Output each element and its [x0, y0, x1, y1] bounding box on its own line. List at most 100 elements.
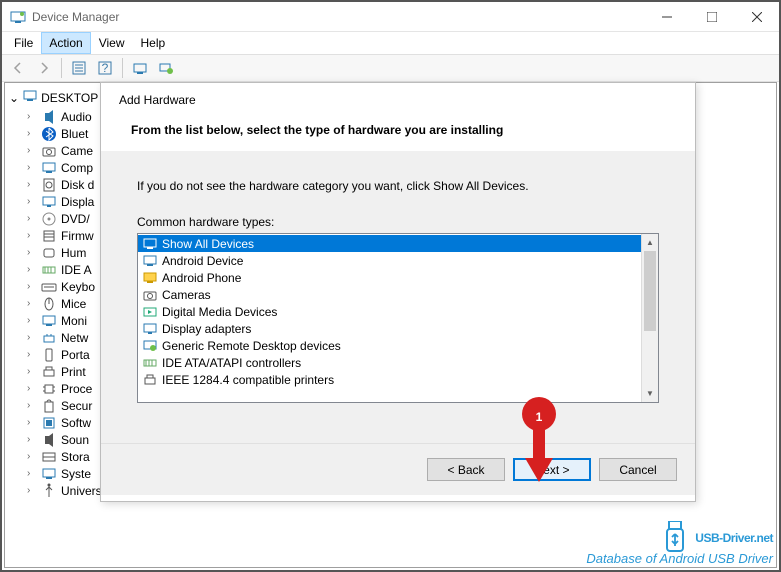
expand-icon[interactable]: › — [27, 332, 37, 343]
minimize-button[interactable] — [644, 2, 689, 32]
dvd-icon — [41, 211, 57, 227]
list-item-label: Show All Devices — [162, 237, 254, 251]
computer-icon — [23, 89, 37, 106]
disk-icon — [41, 177, 57, 193]
remote-icon — [142, 338, 158, 354]
back-button[interactable]: < Back — [427, 458, 505, 481]
list-item[interactable]: IEEE 1284.4 compatible printers — [138, 371, 658, 388]
computer-icon — [41, 160, 57, 176]
expand-icon[interactable]: › — [27, 128, 37, 139]
expand-icon[interactable]: › — [27, 417, 37, 428]
maximize-button[interactable] — [689, 2, 734, 32]
expand-icon[interactable]: › — [27, 400, 37, 411]
tree-item-label: Came — [61, 144, 93, 158]
menu-bar: File Action View Help — [2, 32, 779, 54]
scroll-up-button[interactable]: ▲ — [642, 234, 658, 251]
tree-item-label: Displa — [61, 195, 94, 209]
list-item-label: IEEE 1284.4 compatible printers — [162, 373, 334, 387]
forward-button — [32, 57, 56, 79]
keyboard-icon — [41, 279, 57, 295]
storage-icon — [41, 449, 57, 465]
tree-item-label: Stora — [61, 450, 90, 464]
monitor-y-icon — [142, 270, 158, 286]
expand-icon[interactable]: › — [27, 111, 37, 122]
menu-file[interactable]: File — [6, 32, 41, 54]
expand-icon[interactable]: › — [27, 451, 37, 462]
expand-icon[interactable]: › — [27, 349, 37, 360]
monitor-icon — [41, 313, 57, 329]
expand-icon[interactable]: › — [27, 366, 37, 377]
tree-item-label: Bluet — [61, 127, 88, 141]
title-bar: Device Manager — [2, 2, 779, 32]
list-item[interactable]: IDE ATA/ATAPI controllers — [138, 354, 658, 371]
tree-item-label: Soun — [61, 433, 89, 447]
processor-icon — [41, 381, 57, 397]
list-item[interactable]: Show All Devices — [138, 235, 658, 252]
tree-item-label: Porta — [61, 348, 90, 362]
scan-button[interactable] — [128, 57, 152, 79]
expand-icon[interactable]: › — [27, 315, 37, 326]
list-item[interactable]: Android Phone — [138, 269, 658, 286]
collapse-icon[interactable]: ⌄ — [9, 91, 19, 105]
ide-icon — [142, 355, 158, 371]
close-button[interactable] — [734, 2, 779, 32]
scroll-thumb[interactable] — [644, 251, 656, 331]
expand-icon[interactable]: › — [27, 162, 37, 173]
expand-icon[interactable]: › — [27, 383, 37, 394]
expand-icon[interactable]: › — [27, 468, 37, 479]
security-icon — [41, 398, 57, 414]
expand-icon[interactable]: › — [27, 298, 37, 309]
list-item[interactable]: Android Device — [138, 252, 658, 269]
list-item[interactable]: Digital Media Devices — [138, 303, 658, 320]
menu-action[interactable]: Action — [41, 32, 90, 54]
scroll-down-button[interactable]: ▼ — [642, 385, 658, 402]
tree-item-label: Audio — [61, 110, 92, 124]
watermark: USB-Driver.net Database of Android USB D… — [586, 521, 773, 566]
tree-item-label: Proce — [61, 382, 92, 396]
expand-icon[interactable]: › — [27, 230, 37, 241]
tree-root-label: DESKTOP — [41, 91, 98, 105]
usb-icon — [661, 521, 689, 555]
list-item[interactable]: Cameras — [138, 286, 658, 303]
expand-icon[interactable]: › — [27, 247, 37, 258]
sound-icon — [41, 432, 57, 448]
expand-icon[interactable]: › — [27, 281, 37, 292]
tree-item-label: Comp — [61, 161, 93, 175]
camera-icon — [41, 143, 57, 159]
menu-help[interactable]: Help — [133, 32, 174, 54]
help-button[interactable]: ? — [93, 57, 117, 79]
next-button[interactable]: Next > — [513, 458, 591, 481]
expand-icon[interactable]: › — [27, 213, 37, 224]
list-item-label: Cameras — [162, 288, 211, 302]
watermark-title: USB-Driver.net — [695, 531, 773, 545]
properties-button[interactable] — [67, 57, 91, 79]
menu-view[interactable]: View — [91, 32, 133, 54]
scrollbar[interactable]: ▲ ▼ — [641, 234, 658, 402]
expand-icon[interactable]: › — [27, 485, 37, 496]
tree-item-label: Disk d — [61, 178, 94, 192]
list-item-label: Generic Remote Desktop devices — [162, 339, 341, 353]
expand-icon[interactable]: › — [27, 179, 37, 190]
cancel-button[interactable]: Cancel — [599, 458, 677, 481]
usb-icon — [41, 483, 57, 499]
window-title: Device Manager — [32, 10, 644, 24]
expand-icon[interactable]: › — [27, 434, 37, 445]
list-item[interactable]: Generic Remote Desktop devices — [138, 337, 658, 354]
tree-item-label: Hum — [61, 246, 86, 260]
network-icon — [41, 330, 57, 346]
toolbar-separator — [61, 58, 62, 78]
add-device-button[interactable] — [154, 57, 178, 79]
tree-item-label: Print — [61, 365, 86, 379]
expand-icon[interactable]: › — [27, 145, 37, 156]
tree-item-label: Softw — [61, 416, 91, 430]
expand-icon[interactable]: › — [27, 196, 37, 207]
hardware-list[interactable]: Show All DevicesAndroid DeviceAndroid Ph… — [137, 233, 659, 403]
expand-icon[interactable]: › — [27, 264, 37, 275]
toolbar: ? — [2, 54, 779, 82]
dialog-heading: From the list below, select the type of … — [119, 123, 677, 137]
display-icon — [41, 194, 57, 210]
dialog-title: Add Hardware — [119, 93, 677, 107]
list-item[interactable]: Display adapters — [138, 320, 658, 337]
camera-icon — [142, 287, 158, 303]
tree-item-label: Firmw — [61, 229, 94, 243]
